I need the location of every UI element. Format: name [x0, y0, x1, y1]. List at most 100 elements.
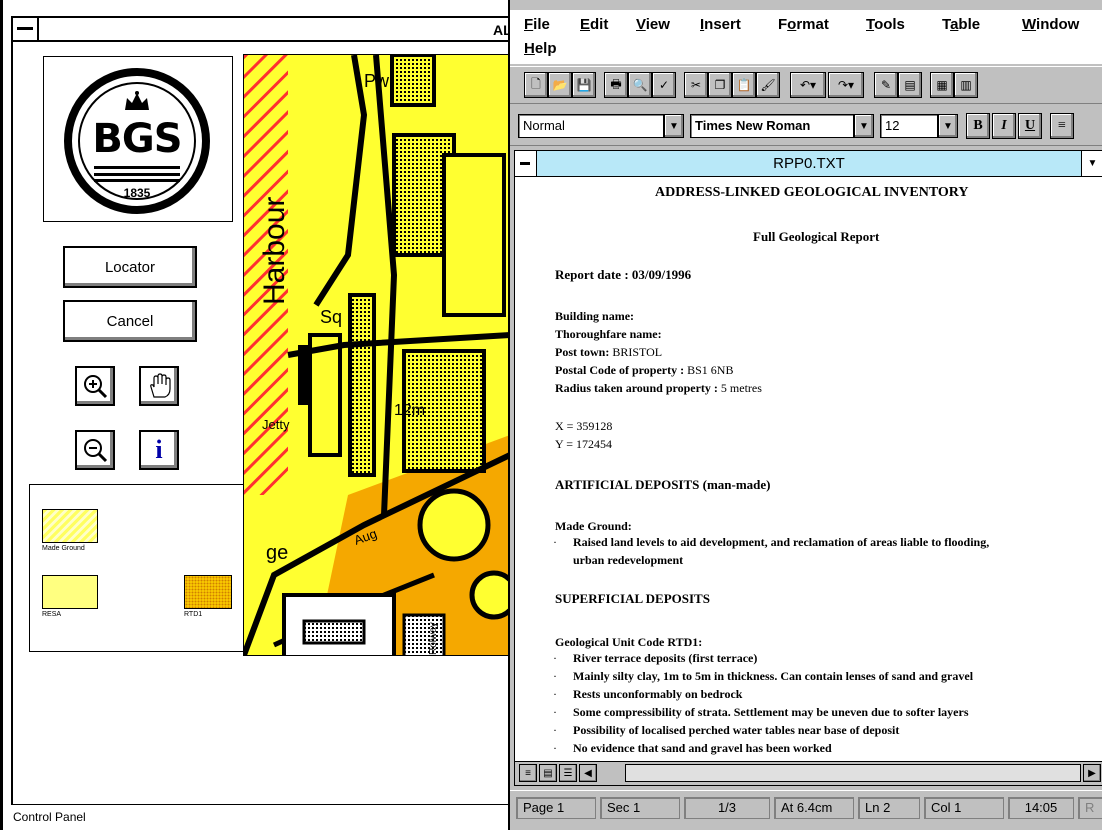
insert-table-button[interactable]: ▦ [930, 72, 954, 98]
zoom-out-icon [84, 439, 108, 463]
radius-label: Radius taken around property : [555, 381, 718, 395]
document-body[interactable]: ADDRESS-LINKED GEOLOGICAL INVENTORY Full… [515, 177, 1102, 761]
paste-button[interactable]: 📋 [732, 72, 756, 98]
status-page-count: 1/3 [684, 797, 770, 819]
open-button[interactable]: 📂 [548, 72, 572, 98]
rtd1-bullet-4: Some compressibility of strata. Settleme… [573, 705, 969, 719]
horizontal-scrollbar[interactable]: ≡ ▤ ☰ ◀ ▶ [515, 761, 1102, 785]
font-select[interactable]: Times New Roman [690, 114, 854, 138]
scroll-right-button[interactable]: ▶ [1083, 764, 1101, 782]
zoom-out-button[interactable] [75, 430, 115, 470]
undo-icon: ↶▾ [799, 78, 817, 92]
spelling-button[interactable]: ✓ [652, 72, 676, 98]
menu-view[interactable]: View [636, 16, 670, 33]
menu-format[interactable]: Format [778, 16, 829, 33]
autoformat-icon: ✎ [880, 78, 892, 92]
normal-view-button[interactable]: ≡ [519, 764, 537, 782]
bullet-marker: · [553, 705, 557, 719]
legend-label: Made Ground [42, 545, 85, 552]
bullet-marker: · [553, 741, 557, 755]
scroll-left-button[interactable]: ◀ [579, 764, 597, 782]
legend-swatch [184, 575, 232, 609]
unit-code-label: Geological Unit Code RTD1: [555, 635, 703, 649]
menu-help[interactable]: Help [524, 40, 557, 57]
align-left-button[interactable]: ≡ [1050, 113, 1074, 139]
control-panel-client: BGS 1835 Locator Cancel i Made Ground RE… [11, 42, 511, 804]
superficial-deposits-heading: SUPERFICIAL DEPOSITS [555, 591, 710, 606]
copy-button[interactable]: ❐ [708, 72, 732, 98]
font-dropdown-arrow[interactable]: ▼ [854, 114, 874, 138]
outline-view-button[interactable]: ☰ [559, 764, 577, 782]
formatting-toolbar: Normal ▼ Times New Roman ▼ 12 ▼ B I U ≡ [510, 106, 1102, 146]
menu-file[interactable]: File [524, 16, 550, 33]
artificial-deposits-heading: ARTIFICIAL DEPOSITS (man-made) [555, 477, 771, 492]
info-button[interactable]: i [139, 430, 179, 470]
status-page: Page 1 [516, 797, 596, 819]
format-painter-button[interactable]: 🖌 [756, 72, 780, 98]
bold-button[interactable]: B [966, 113, 990, 139]
table-icon: ▦ [936, 78, 948, 92]
redo-icon: ↷▾ [837, 78, 855, 92]
undo-button[interactable]: ↶▾ [790, 72, 826, 98]
postal-code-line: Postal Code of property : BS1 6NB [555, 363, 733, 378]
bullet-marker: · [553, 535, 557, 549]
menu-table[interactable]: Table [942, 16, 980, 33]
redo-button[interactable]: ↷▾ [828, 72, 864, 98]
map-canvas[interactable]: Harbour Sq Jetty 12m Pw ge Rolway Aug [244, 55, 509, 656]
legend-item-rtd1: RTD1 [184, 575, 232, 618]
postal-code-label: Postal Code of property : [555, 363, 685, 377]
radius-line: Radius taken around property : 5 metres [555, 381, 762, 396]
normal-view-icon: ≡ [525, 767, 531, 779]
insert-address-button[interactable]: ▤ [898, 72, 922, 98]
post-town-value: BRISTOL [612, 345, 663, 359]
menu-bar: File Edit View Insert Format Tools Table… [510, 10, 1102, 64]
map-label-rolway: Rolway [428, 622, 439, 655]
chart-icon: ▥ [960, 78, 972, 92]
cut-icon: ✂ [690, 78, 702, 92]
zoom-in-button[interactable] [75, 366, 115, 406]
report-date: Report date : 03/09/1996 [555, 267, 692, 282]
bullet-marker: · [553, 687, 557, 701]
cancel-button[interactable]: Cancel [63, 300, 197, 342]
standard-toolbar: 🗋 📂 💾 🖶 🔍 ✓ ✂ ❐ 📋 🖌 ↶▾ ↷▾ ✎ ▤ ▦ ▥ [510, 66, 1102, 104]
document-titlebar: RPP0.TXT ▼ [515, 151, 1102, 177]
scroll-track[interactable] [625, 764, 1081, 782]
system-menu-icon[interactable] [13, 18, 39, 40]
font-size-select[interactable]: 12 [880, 114, 938, 138]
menu-window[interactable]: Window [1022, 16, 1079, 33]
new-document-button[interactable]: 🗋 [524, 72, 548, 98]
locator-app-window: AL BGS 1835 Locator Cancel i Made Ground… [0, 0, 512, 830]
save-button[interactable]: 💾 [572, 72, 596, 98]
menu-edit[interactable]: Edit [580, 16, 608, 33]
paste-icon: 📋 [736, 78, 752, 92]
locator-button[interactable]: Locator [63, 246, 197, 288]
status-record: R [1078, 797, 1102, 819]
chevron-down-icon: ▼ [1087, 158, 1098, 169]
font-size-dropdown-arrow[interactable]: ▼ [938, 114, 958, 138]
status-line: Ln 2 [858, 797, 920, 819]
pan-button[interactable] [139, 366, 179, 406]
autoformat-button[interactable]: ✎ [874, 72, 898, 98]
print-preview-button[interactable]: 🔍 [628, 72, 652, 98]
left-status-bar: Control Panel [11, 804, 511, 830]
style-dropdown-arrow[interactable]: ▼ [664, 114, 684, 138]
x-coordinate: X = 359128 [555, 419, 613, 433]
map-label-12m: 12m [394, 402, 425, 419]
menu-insert[interactable]: Insert [700, 16, 741, 33]
italic-button[interactable]: I [992, 113, 1016, 139]
page-layout-view-button[interactable]: ▤ [539, 764, 557, 782]
menu-tools[interactable]: Tools [866, 16, 905, 33]
map-legend: Made Ground RESA RTD1 [29, 484, 249, 652]
print-button[interactable]: 🖶 [604, 72, 628, 98]
status-text: Control Panel [13, 810, 86, 824]
insert-chart-button[interactable]: ▥ [954, 72, 978, 98]
style-select[interactable]: Normal [518, 114, 664, 138]
crown-icon [125, 91, 149, 110]
document-title: RPP0.TXT [773, 155, 845, 172]
print-icon: 🖶 [610, 76, 622, 91]
bullet-marker: · [553, 651, 557, 665]
minimize-button[interactable]: ▼ [1081, 151, 1102, 176]
underline-button[interactable]: U [1018, 113, 1042, 139]
cut-button[interactable]: ✂ [684, 72, 708, 98]
geological-map[interactable]: Harbour Sq Jetty 12m Pw ge Rolway Aug [243, 54, 509, 656]
